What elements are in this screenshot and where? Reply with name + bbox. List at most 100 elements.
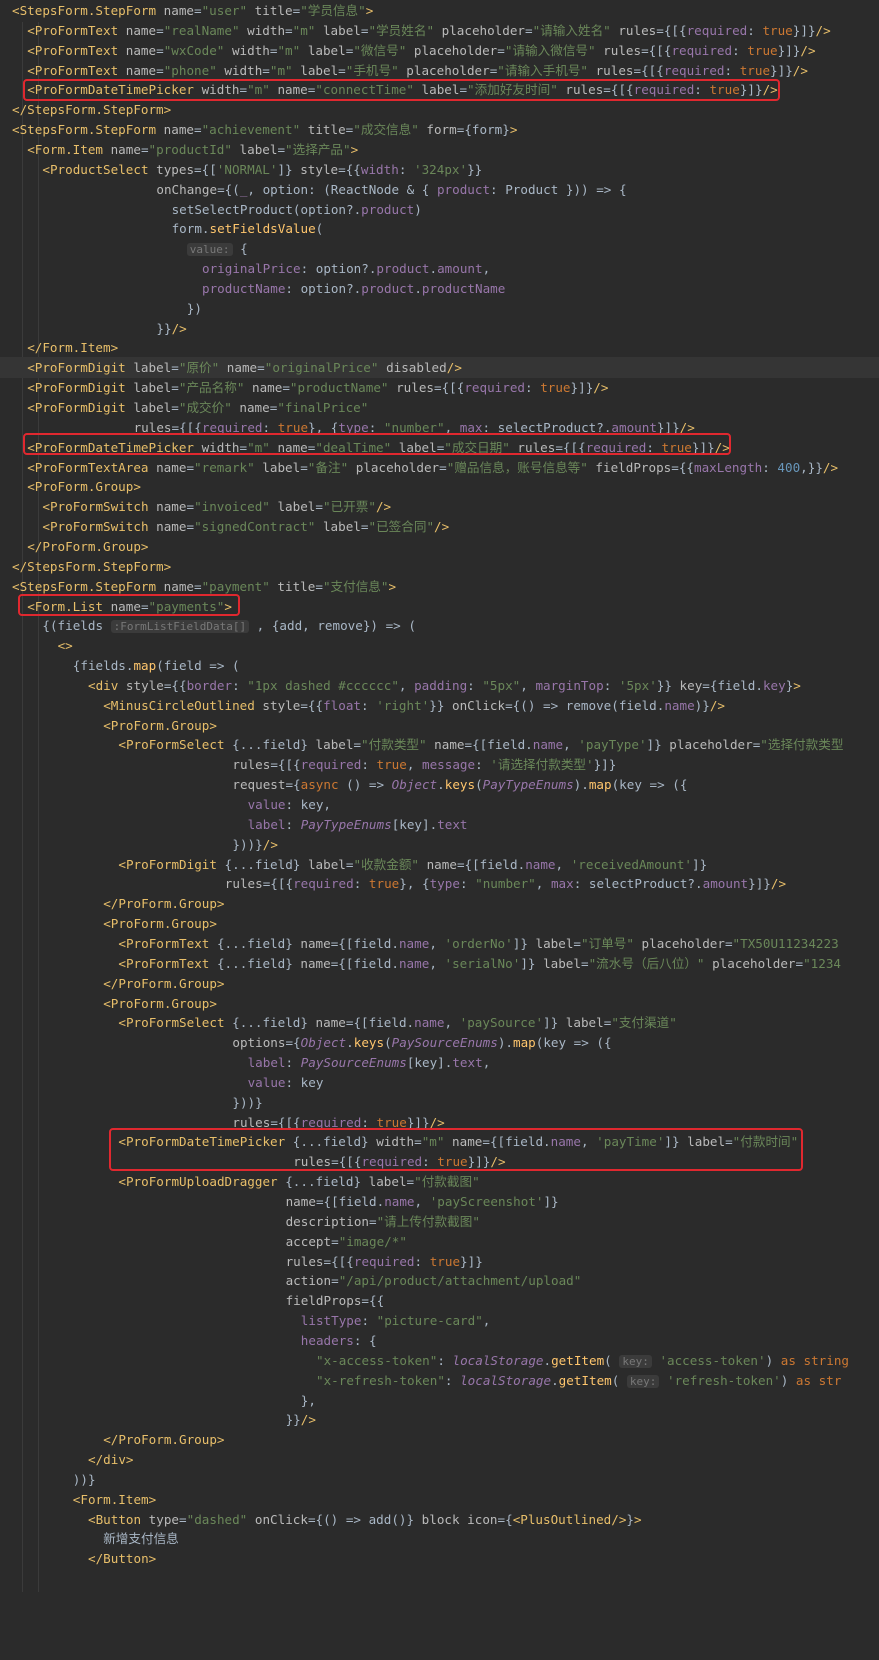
code-line[interactable]: <ProFormText name="realName" width="m" l…: [0, 20, 879, 41]
code-line[interactable]: rules={[{required: true, message: '请选择付款…: [0, 754, 879, 775]
code-editor[interactable]: <StepsForm.StepForm name="user" title="学…: [0, 0, 879, 1660]
code-line[interactable]: <ProFormUploadDragger {...field} label="…: [0, 1171, 879, 1192]
code-line[interactable]: <ProFormSelect {...field} name={[field.n…: [0, 1012, 879, 1033]
code-line[interactable]: <ProFormDigit label="原价" name="originalP…: [0, 357, 879, 379]
code-token: label: [565, 1015, 604, 1031]
code-token: "x-access-token": [316, 1352, 438, 1368]
code-token: label: [543, 955, 581, 971]
code-token: width: [231, 42, 270, 58]
code-token: name: [163, 122, 194, 138]
code-line[interactable]: <ProForm.Group>: [0, 476, 879, 497]
code-line[interactable]: setSelectProduct(option?.product): [0, 199, 879, 220]
code-token: padding: [414, 677, 468, 693]
code-line[interactable]: listType: "picture-card",: [0, 1310, 879, 1331]
code-token: />: [593, 380, 609, 396]
code-line[interactable]: description="请上传付款截图": [0, 1211, 879, 1232]
code-token: placeholder: [355, 459, 440, 475]
code-token: </ProForm.Group>: [103, 975, 225, 991]
code-token: "remark": [194, 459, 263, 475]
code-line[interactable]: <ProFormDigit {...field} label="收款金额" na…: [0, 854, 879, 875]
code-line[interactable]: headers: {: [0, 1330, 879, 1351]
code-line[interactable]: accept="image/*": [0, 1231, 879, 1252]
code-line[interactable]: options={Object.keys(PaySourceEnums).map…: [0, 1032, 879, 1053]
code-line[interactable]: "x-access-token": localStorage.getItem( …: [0, 1350, 879, 1371]
code-line[interactable]: originalPrice: option?.product.amount,: [0, 258, 879, 279]
code-line[interactable]: onChange={(_, option: (ReactNode & { pro…: [0, 179, 879, 200]
code-token: />: [800, 42, 816, 58]
code-line[interactable]: <div style={{border: "1px dashed #cccccc…: [0, 675, 879, 696]
code-line[interactable]: <Button type="dashed" onClick={() => add…: [0, 1509, 879, 1530]
code-token: 'refresh-token': [667, 1372, 781, 1388]
code-line[interactable]: 新增支付信息: [0, 1528, 879, 1549]
code-line[interactable]: </ProForm.Group>: [0, 973, 879, 994]
code-line[interactable]: {fields.map(field => (: [0, 655, 879, 676]
code-line[interactable]: value: key: [0, 1072, 879, 1093]
code-line[interactable]: }): [0, 298, 879, 319]
code-line[interactable]: </ProForm.Group>: [0, 893, 879, 914]
code-line[interactable]: </Form.Item>: [0, 337, 879, 358]
code-line[interactable]: }}/>: [0, 318, 879, 339]
code-line[interactable]: }))}: [0, 1092, 879, 1113]
code-line[interactable]: <ProFormTextArea name="remark" label="备注…: [0, 457, 879, 478]
code-token: style: [125, 677, 164, 693]
code-line[interactable]: value: {: [0, 238, 879, 259]
code-line[interactable]: <ProFormText {...field} name={[field.nam…: [0, 933, 879, 954]
code-line[interactable]: <ProFormSwitch name="invoiced" label="已开…: [0, 496, 879, 517]
code-line[interactable]: <ProForm.Group>: [0, 715, 879, 736]
code-line[interactable]: rules={[{required: true}, {type: "number…: [0, 873, 879, 894]
code-line[interactable]: label: PaySourceEnums[key].text,: [0, 1052, 879, 1073]
code-line[interactable]: form.setFieldsValue(: [0, 218, 879, 239]
code-line[interactable]: <ProFormDigit label="产品名称" name="product…: [0, 377, 879, 398]
code-token: }]}: [570, 380, 594, 396]
code-line[interactable]: </div>: [0, 1449, 879, 1470]
code-token: "5px": [482, 677, 521, 693]
code-line[interactable]: },: [0, 1390, 879, 1411]
code-line[interactable]: }))}/>: [0, 834, 879, 855]
code-line[interactable]: <>: [0, 635, 879, 656]
code-token: <ProFormDigit: [27, 360, 134, 376]
code-token: :: [724, 62, 740, 78]
code-line[interactable]: <ProForm.Group>: [0, 913, 879, 934]
code-line[interactable]: "x-refresh-token": localStorage.getItem(…: [0, 1370, 879, 1391]
code-line[interactable]: </ProForm.Group>: [0, 536, 879, 557]
code-line[interactable]: productName: option?.product.productName: [0, 278, 879, 299]
code-token: rules: [603, 42, 642, 58]
code-line[interactable]: {(fields :FormListFieldData[] , {add, re…: [0, 615, 879, 636]
code-token: 'paySource': [459, 1015, 544, 1031]
code-line[interactable]: <ProFormText name="phone" width="m" labe…: [0, 60, 879, 81]
code-token: rules: [285, 1253, 324, 1269]
code-line[interactable]: <ProFormText name="wxCode" width="m" lab…: [0, 40, 879, 61]
code-token: 新增支付信息: [103, 1531, 179, 1547]
code-line[interactable]: <ProFormSelect {...field} label="付款类型" n…: [0, 734, 879, 755]
code-line[interactable]: <ProForm.Group>: [0, 993, 879, 1014]
code-line[interactable]: <MinusCircleOutlined style={{float: 'rig…: [0, 695, 879, 716]
code-line[interactable]: <Form.Item>: [0, 1489, 879, 1510]
code-line[interactable]: label: PayTypeEnums[key].text: [0, 814, 879, 835]
code-token: product: [361, 201, 415, 217]
code-token: ={{: [671, 459, 694, 475]
code-token: (: [475, 777, 483, 793]
code-line[interactable]: rules={[{required: true}]}: [0, 1251, 879, 1272]
code-token: getItem: [551, 1352, 605, 1368]
code-line[interactable]: <ProFormDigit label="成交价" name="finalPri…: [0, 397, 879, 418]
code-line[interactable]: <StepsForm.StepForm name="achievement" t…: [0, 119, 879, 140]
code-token: =: [795, 955, 804, 971]
code-line[interactable]: </Button>: [0, 1548, 879, 1569]
code-line[interactable]: <ProFormText {...field} name={[field.nam…: [0, 953, 879, 974]
code-token: ,}}: [800, 459, 823, 475]
code-line[interactable]: request={async () => Object.keys(PayType…: [0, 774, 879, 795]
code-line[interactable]: action="/api/product/attachment/upload": [0, 1270, 879, 1291]
code-line[interactable]: value: key,: [0, 794, 879, 815]
code-line[interactable]: ))}: [0, 1469, 879, 1490]
code-line[interactable]: <ProFormSwitch name="signedContract" lab…: [0, 516, 879, 537]
code-token: request: [232, 777, 286, 793]
code-line[interactable]: <ProductSelect types={['NORMAL']} style=…: [0, 159, 879, 180]
code-line[interactable]: name={[field.name, 'payScreenshot']}: [0, 1191, 879, 1212]
code-line[interactable]: </ProForm.Group>: [0, 1429, 879, 1450]
code-line[interactable]: </StepsForm.StepForm>: [0, 556, 879, 577]
code-line[interactable]: <StepsForm.StepForm name="user" title="学…: [0, 0, 879, 21]
code-line[interactable]: fieldProps={{: [0, 1290, 879, 1311]
code-line[interactable]: <Form.Item name="productId" label="选择产品"…: [0, 139, 879, 160]
code-line[interactable]: }}/>: [0, 1409, 879, 1430]
code-line[interactable]: </StepsForm.StepForm>: [0, 99, 879, 120]
